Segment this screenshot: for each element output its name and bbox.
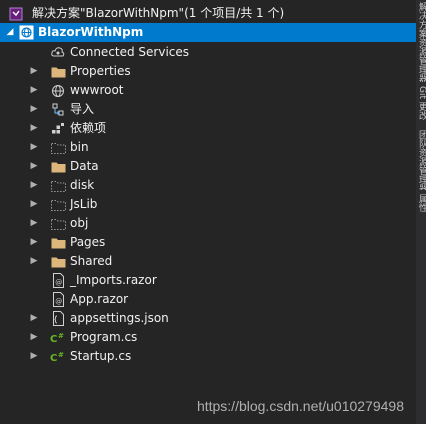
expand-arrow-icon[interactable]: ▶ bbox=[28, 81, 40, 100]
svg-text:#: # bbox=[58, 332, 64, 340]
tree-item-label: Connected Services bbox=[70, 45, 190, 59]
solution-icon bbox=[8, 6, 24, 21]
tree-item-label: disk bbox=[70, 178, 95, 192]
tree-item-pages[interactable]: ▶ Pages bbox=[0, 233, 416, 252]
tree-item-label: obj bbox=[70, 216, 89, 230]
tree-item-imports[interactable]: ▶ 导入 bbox=[0, 100, 416, 119]
hidden-folder-icon bbox=[50, 140, 66, 155]
solution-label: 解决方案"BlazorWithNpm"(1 个项目/共 1 个) bbox=[32, 6, 285, 20]
tree-item-wwwroot[interactable]: ▶ wwwroot bbox=[0, 81, 416, 100]
expand-arrow-icon[interactable]: ▶ bbox=[28, 252, 40, 271]
expand-arrow-icon[interactable]: ▶ bbox=[28, 214, 40, 233]
tree-item-imports-razor[interactable]: @ _Imports.razor bbox=[0, 271, 416, 290]
tree-item-label: Data bbox=[70, 159, 99, 173]
tree-item-label: appsettings.json bbox=[70, 311, 169, 325]
svg-text:C: C bbox=[50, 334, 57, 344]
tree-item-label: wwwroot bbox=[70, 83, 124, 97]
expand-arrow-icon[interactable]: ▶ bbox=[28, 119, 40, 138]
tree-item-shared[interactable]: ▶ Shared bbox=[0, 252, 416, 271]
json-file-icon bbox=[50, 311, 66, 326]
solution-node[interactable]: 解决方案"BlazorWithNpm"(1 个项目/共 1 个) bbox=[0, 4, 416, 23]
expand-arrow-icon[interactable]: ▶ bbox=[28, 347, 40, 366]
folder-icon bbox=[50, 159, 66, 174]
tree-item-connected-services[interactable]: Connected Services bbox=[0, 43, 416, 62]
solution-tree: 解决方案"BlazorWithNpm"(1 个项目/共 1 个) ◢ Blazo… bbox=[0, 0, 417, 424]
project-label: BlazorWithNpm bbox=[38, 25, 144, 39]
tree-item-properties[interactable]: ▶ Properties bbox=[0, 62, 416, 81]
hidden-folder-icon bbox=[50, 178, 66, 193]
expand-arrow-icon[interactable]: ▶ bbox=[28, 100, 40, 119]
razor-file-icon: @ bbox=[50, 292, 66, 307]
expand-arrow-icon[interactable]: ▶ bbox=[28, 157, 40, 176]
tree-item-label: Properties bbox=[70, 64, 131, 78]
watermark: https://blog.csdn.net/u010279498 bbox=[196, 398, 404, 414]
expand-arrow-icon[interactable]: ▶ bbox=[28, 328, 40, 347]
tree-item-label: 导入 bbox=[70, 102, 95, 116]
tree-item-obj[interactable]: ▶ obj bbox=[0, 214, 416, 233]
svg-text:#: # bbox=[58, 351, 64, 359]
tree-item-label: App.razor bbox=[70, 292, 129, 306]
tree-item-appsettings[interactable]: ▶ appsettings.json bbox=[0, 309, 416, 328]
side-tab-git-changes[interactable]: Git 更改 bbox=[416, 86, 426, 126]
tree-item-startup-cs[interactable]: ▶ C # Startup.cs bbox=[0, 347, 416, 366]
tree-item-bin[interactable]: ▶ bin bbox=[0, 138, 416, 157]
import-icon bbox=[50, 102, 66, 117]
tree-item-label: Program.cs bbox=[70, 330, 138, 344]
side-tab-properties[interactable]: 属性 bbox=[416, 194, 426, 214]
svg-text:C: C bbox=[50, 353, 57, 363]
expand-arrow-icon[interactable]: ▶ bbox=[28, 62, 40, 81]
tree-item-label: bin bbox=[70, 140, 89, 154]
solution-explorer-window: 解决方案"BlazorWithNpm"(1 个项目/共 1 个) ◢ Blazo… bbox=[0, 0, 426, 424]
csharp-file-icon: C # bbox=[50, 330, 66, 345]
svg-text:@: @ bbox=[55, 279, 62, 287]
expand-arrow-icon[interactable]: ▶ bbox=[28, 138, 40, 157]
svg-text:@: @ bbox=[55, 298, 62, 306]
razor-file-icon: @ bbox=[50, 273, 66, 288]
hidden-folder-icon bbox=[50, 216, 66, 231]
folder-icon bbox=[50, 235, 66, 250]
project-node[interactable]: ◢ BlazorWithNpm bbox=[0, 23, 416, 42]
web-project-icon bbox=[18, 25, 34, 40]
tree-item-app-razor[interactable]: @ App.razor bbox=[0, 290, 416, 309]
expand-arrow-icon[interactable]: ▶ bbox=[28, 309, 40, 328]
tree-item-label: Startup.cs bbox=[70, 349, 132, 363]
hidden-folder-icon bbox=[50, 197, 66, 212]
tree-item-label: _Imports.razor bbox=[70, 273, 157, 287]
expand-arrow-icon[interactable]: ▶ bbox=[28, 195, 40, 214]
tree-item-disk[interactable]: ▶ disk bbox=[0, 176, 416, 195]
tree-item-jslib[interactable]: ▶ JsLib bbox=[0, 195, 416, 214]
connected-services-icon bbox=[50, 45, 66, 60]
tree-item-label: Pages bbox=[70, 235, 106, 249]
tree-item-dependencies[interactable]: ▶ 依赖项 bbox=[0, 119, 416, 138]
side-tab-team-explorer[interactable]: 团队资源管理器 bbox=[416, 130, 426, 190]
side-tab-solution-explorer[interactable]: 解决方案资源管理器 bbox=[416, 2, 426, 82]
folder-icon bbox=[50, 64, 66, 79]
tree-item-program-cs[interactable]: ▶ C # Program.cs bbox=[0, 328, 416, 347]
dependencies-icon bbox=[50, 121, 66, 136]
expand-arrow-icon[interactable]: ▶ bbox=[28, 233, 40, 252]
side-tab-strip: 解决方案资源管理器 Git 更改 团队资源管理器 属性 bbox=[416, 0, 426, 424]
expand-arrow-icon[interactable]: ▶ bbox=[28, 176, 40, 195]
csharp-file-icon: C # bbox=[50, 349, 66, 364]
folder-icon bbox=[50, 254, 66, 269]
tree-item-label: Shared bbox=[70, 254, 113, 268]
tree-item-label: JsLib bbox=[70, 197, 98, 211]
tree-item-data[interactable]: ▶ Data bbox=[0, 157, 416, 176]
collapse-triangle-icon[interactable]: ◢ bbox=[4, 23, 16, 42]
globe-icon bbox=[50, 83, 66, 98]
tree-item-label: 依赖项 bbox=[70, 121, 107, 135]
